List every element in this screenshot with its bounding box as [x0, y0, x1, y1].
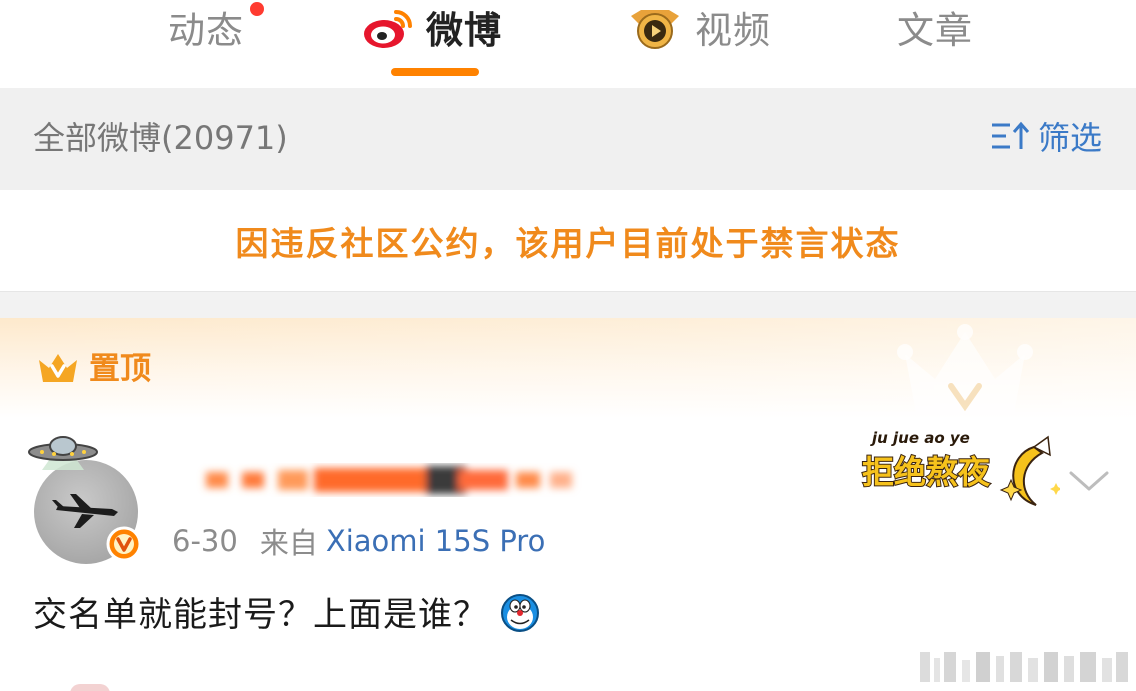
tab-dynamic[interactable]: 动态	[168, 6, 244, 56]
post-source-prefix: 来自	[259, 526, 318, 560]
pinned-post-card[interactable]: 置顶 6-30 来自 Xiaomi 15S Pro ju jue ao ye 拒…	[0, 318, 1136, 691]
post-text: 交名单就能封号？上面是谁？	[33, 595, 488, 635]
sticker-subtext: ju jue ao ye	[870, 429, 970, 447]
next-item-peek	[70, 684, 110, 691]
ban-notice-text: 因违反社区公约，该用户目前处于禁言状态	[235, 223, 901, 263]
active-tab-indicator	[391, 68, 479, 76]
weibo-profile-page: 动态 微博 视频 文章 全部微博(20971) 筛选 因违反社区公约，该用户目前…	[0, 0, 1136, 691]
post-date: 6-30	[172, 524, 238, 558]
tab-article-label: 文章	[897, 9, 973, 52]
all-posts-count: 全部微博(20971)	[33, 119, 288, 157]
tab-video[interactable]: 视频	[627, 6, 771, 56]
ufo-icon	[26, 434, 100, 482]
weibo-logo-icon	[362, 6, 414, 56]
tab-weibo-label: 微博	[426, 9, 502, 52]
sticker-text: 拒绝熬夜	[862, 453, 991, 491]
profile-tab-bar: 动态 微博 视频 文章	[0, 0, 1136, 88]
username-obscured[interactable]	[196, 460, 586, 500]
sort-filter-icon	[990, 119, 1030, 157]
pinned-label: 置顶	[89, 351, 151, 387]
filter-button-label: 筛选	[1037, 119, 1102, 157]
filter-button[interactable]: 筛选	[990, 116, 1102, 160]
video-badge-icon	[627, 6, 683, 56]
post-device-link[interactable]: Xiaomi 15S Pro	[326, 524, 546, 558]
ban-notice: 因违反社区公约，该用户目前处于禁言状态	[0, 190, 1136, 292]
card-sticker: ju jue ao ye 拒绝熬夜	[858, 425, 1062, 511]
tab-weibo[interactable]: 微博	[362, 6, 502, 56]
section-separator	[0, 292, 1136, 318]
tab-dynamic-label: 动态	[168, 9, 244, 52]
filter-bar: 全部微博(20971) 筛选	[0, 88, 1136, 190]
notification-dot	[250, 2, 264, 16]
verified-v-icon	[106, 526, 142, 562]
tab-video-label: 视频	[695, 9, 771, 52]
post-body[interactable]: 交名单就能封号？上面是谁？	[33, 592, 540, 638]
tab-article[interactable]: 文章	[897, 6, 973, 56]
crown-icon	[36, 350, 80, 390]
decorative-crown-icon	[895, 324, 1035, 422]
post-meta: 6-30 来自 Xiaomi 15S Pro	[172, 521, 545, 561]
doraemon-emoji-icon	[500, 593, 540, 637]
user-avatar-group[interactable]	[20, 434, 150, 564]
watermark-strip	[918, 648, 1130, 686]
chevron-down-icon[interactable]	[1068, 468, 1110, 498]
